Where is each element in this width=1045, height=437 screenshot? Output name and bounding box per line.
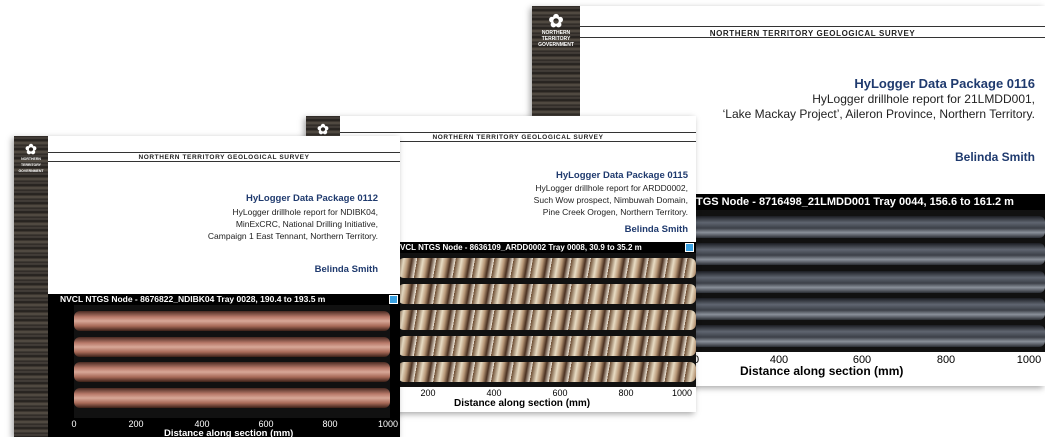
flower-icon: ✿ [548, 11, 564, 31]
author-name: Belinda Smith [624, 224, 688, 235]
core-tray [74, 305, 390, 418]
x-tick-label: 400 [486, 388, 502, 398]
tray-title: VCL NTGS Node - 8636109_ARDD0002 Tray 00… [400, 243, 642, 252]
x-axis-label: Distance along section (mm) [454, 398, 591, 409]
x-axis-label: Distance along section (mm) [164, 428, 294, 437]
report-description: HyLogger drillhole report for 21LMDD001,… [723, 92, 1035, 122]
tray-title: TGS Node - 8716498_21LMDD001 Tray 0044, … [696, 196, 1014, 208]
core-row [398, 336, 696, 356]
description-line: Such Wow prospect, Nimbuwah Domain, [533, 195, 688, 205]
core-row [398, 310, 696, 330]
description-line: HyLogger drillhole report for 21LMDD001, [812, 92, 1035, 106]
core-row [692, 271, 1045, 293]
x-tick-label: 800 [618, 388, 634, 398]
core-row [74, 388, 390, 408]
description-line: Pine Creek Orogen, Northern Territory. [542, 207, 688, 217]
description-line: HyLogger drillhole report for ARDD0002, [535, 183, 688, 193]
core-tray [692, 210, 1045, 352]
core-image-strip [14, 136, 48, 437]
core-row [74, 362, 390, 382]
package-title: HyLogger Data Package 0112 [245, 193, 378, 204]
package-title: HyLogger Data Package 0115 [555, 170, 688, 181]
survey-title: NORTHERN TERRITORY GEOLOGICAL SURVEY [138, 154, 310, 161]
core-row [74, 311, 390, 331]
report-description: HyLogger drillhole report for ARDD0002, … [534, 182, 688, 218]
tray-image-panel: VCL NTGS Node - 8636109_ARDD0002 Tray 00… [398, 242, 696, 412]
nt-government-logo: ✿ [310, 122, 336, 136]
author-name: Belinda Smith [314, 264, 378, 275]
expand-icon [389, 295, 398, 304]
x-axis: 0 200 400 600 800 1000 Distance along se… [48, 418, 400, 437]
tray-image-panel: TGS Node - 8716498_21LMDD001 Tray 0044, … [692, 194, 1045, 386]
description-line: ‘Lake Mackay Project’, Aileron Province,… [722, 107, 1035, 121]
survey-title: NORTHERN TERRITORY GEOLOGICAL SURVEY [709, 29, 916, 38]
nt-government-logo: ✿ NORTHERN TERRITORY GOVERNMENT [18, 142, 44, 174]
x-tick-label: 1000 [1016, 354, 1042, 366]
report-description: HyLogger drillhole report for NDIBK04, M… [208, 206, 378, 242]
flower-icon: ✿ [25, 141, 37, 157]
x-tick-label: 800 [936, 354, 956, 366]
author-name: Belinda Smith [954, 150, 1035, 164]
description-line: HyLogger drillhole report for NDIBK04, [232, 207, 378, 217]
flower-icon: ✿ [317, 121, 329, 137]
x-tick-label: 1000 [671, 388, 693, 398]
x-tick-label: 600 [552, 388, 568, 398]
core-tray [398, 253, 696, 387]
x-tick-label: 200 [128, 419, 144, 429]
core-row [398, 284, 696, 304]
x-axis: 0 400 600 800 1000 Distance along sectio… [692, 352, 1045, 386]
nt-government-logo: ✿ NORTHERN TERRITORY GOVERNMENT [538, 12, 574, 48]
tray-image-panel: NVCL NTGS Node - 8676822_NDIBK04 Tray 00… [48, 294, 400, 437]
logo-text: NORTHERN TERRITORY GOVERNMENT [18, 157, 44, 173]
description-line: MinExCRC, National Drilling Initiative, [235, 219, 378, 229]
x-tick-label: 0 [71, 419, 77, 429]
expand-icon [685, 243, 694, 252]
core-row [398, 362, 696, 382]
x-tick-label: 200 [420, 388, 436, 398]
description-line: Campaign 1 East Tennant, Northern Territ… [207, 231, 378, 241]
x-axis: 200 400 600 800 1000 Distance along sect… [398, 387, 696, 412]
x-axis-label: Distance along section (mm) [740, 364, 904, 378]
core-row [74, 337, 390, 357]
logo-text: NORTHERN TERRITORY GOVERNMENT [538, 30, 574, 48]
core-row [692, 325, 1045, 347]
core-row [692, 298, 1045, 320]
tray-title: NVCL NTGS Node - 8676822_NDIBK04 Tray 00… [60, 294, 326, 304]
core-row [692, 216, 1045, 238]
report-cover-0112: ✿ NORTHERN TERRITORY GOVERNMENT NORTHERN… [14, 136, 400, 437]
core-row [398, 258, 696, 278]
x-tick-label: 1000 [377, 419, 399, 429]
package-title: HyLogger Data Package 0116 [854, 76, 1035, 91]
x-tick-label: 800 [322, 419, 338, 429]
core-row [692, 243, 1045, 265]
